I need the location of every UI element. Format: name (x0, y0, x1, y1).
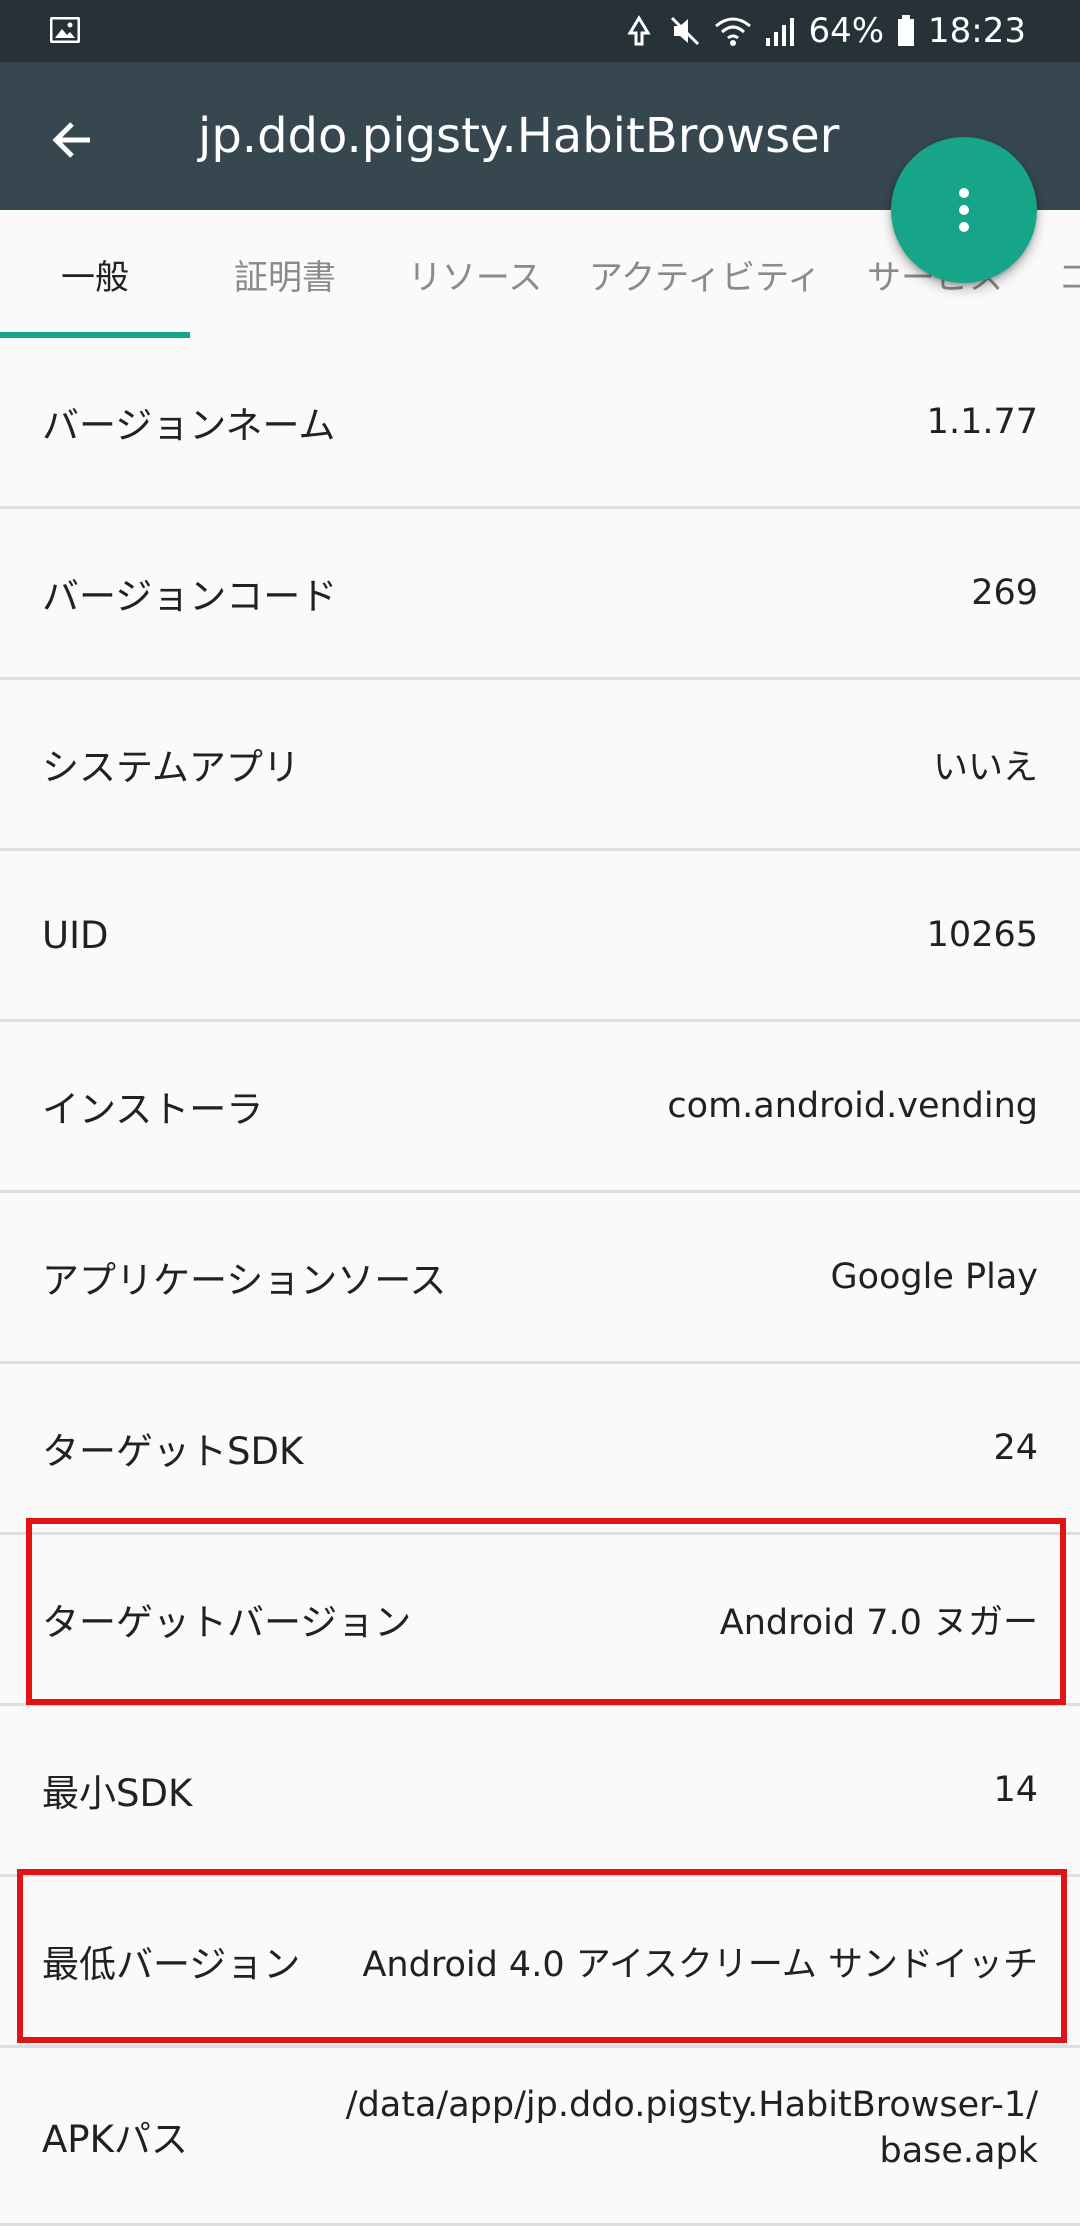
wifi-icon (715, 17, 752, 46)
row-uid: UID 10265 (0, 851, 1080, 1022)
row-value: 24 (993, 1428, 1038, 1468)
row-version-name: バージョンネーム 1.1.77 (0, 338, 1080, 509)
row-value: Android 4.0 アイスクリーム サンドイッチ (362, 1944, 1038, 1985)
row-label: 最低バージョン (42, 1943, 301, 1986)
row-label: システムアプリ (42, 746, 300, 789)
row-installer: インストーラ com.android.vending (0, 1022, 1080, 1193)
row-label: バージョンコード (42, 575, 338, 618)
arrow-back-icon (52, 122, 90, 158)
row-value: 1.1.77 (926, 402, 1038, 442)
tab-general[interactable]: 一般 (0, 210, 190, 338)
row-label: ターゲットバージョン (42, 1601, 412, 1644)
row-value: com.android.vending (667, 1086, 1038, 1126)
info-list: バージョンネーム 1.1.77 バージョンコード 269 システムアプリ いいえ… (0, 338, 1080, 2226)
back-button[interactable] (34, 102, 110, 178)
tab-activities[interactable]: アクティビティ (570, 210, 840, 338)
row-value: /data/app/jp.ddo.pigsty.HabitBrowser-1/b… (345, 2085, 1038, 2171)
battery-percent: 64% (808, 11, 885, 51)
row-value: 269 (971, 573, 1038, 613)
row-label: UID (42, 913, 109, 957)
row-label: インストーラ (42, 1088, 264, 1131)
row-label: ターゲットSDK (42, 1430, 304, 1473)
row-label: バージョンネーム (42, 404, 336, 447)
row-target-version: ターゲットバージョン Android 7.0 ヌガー (0, 1535, 1080, 1706)
row-value: いいえ (932, 747, 1038, 788)
row-value: Android 7.0 ヌガー (719, 1602, 1038, 1643)
row-system-app: システムアプリ いいえ (0, 680, 1080, 851)
page-title: jp.ddo.pigsty.HabitBrowser (198, 108, 840, 164)
tab-resources[interactable]: リソース (380, 210, 570, 338)
mute-icon (671, 16, 700, 46)
tab-certificates[interactable]: 証明書 (190, 210, 380, 338)
row-min-sdk: 最小SDK 14 (0, 1706, 1080, 1877)
row-label: APKパス (42, 2117, 188, 2161)
more-options-button[interactable] (891, 137, 1037, 283)
row-value: 10265 (926, 915, 1038, 955)
row-label: 最小SDK (42, 1772, 193, 1815)
data-saver-icon (627, 15, 652, 46)
more-vert-icon (959, 188, 969, 232)
signal-icon (766, 18, 795, 46)
status-bar: 64% 18:23 (0, 0, 1080, 62)
image-icon (50, 17, 80, 43)
tab-next[interactable]: コ (1058, 210, 1080, 338)
row-app-source: アプリケーションソース Google Play (0, 1193, 1080, 1364)
clock: 18:23 (928, 11, 1026, 51)
row-target-sdk: ターゲットSDK 24 (0, 1364, 1080, 1535)
row-version-code: バージョンコード 269 (0, 509, 1080, 680)
row-value: Google Play (830, 1257, 1038, 1297)
row-apk-path: APKパス /data/app/jp.ddo.pigsty.HabitBrows… (0, 2048, 1080, 2226)
battery-icon (898, 15, 915, 46)
row-label: アプリケーションソース (42, 1259, 447, 1302)
row-min-version: 最低バージョン Android 4.0 アイスクリーム サンドイッチ (0, 1877, 1080, 2048)
row-value: 14 (993, 1770, 1038, 1810)
